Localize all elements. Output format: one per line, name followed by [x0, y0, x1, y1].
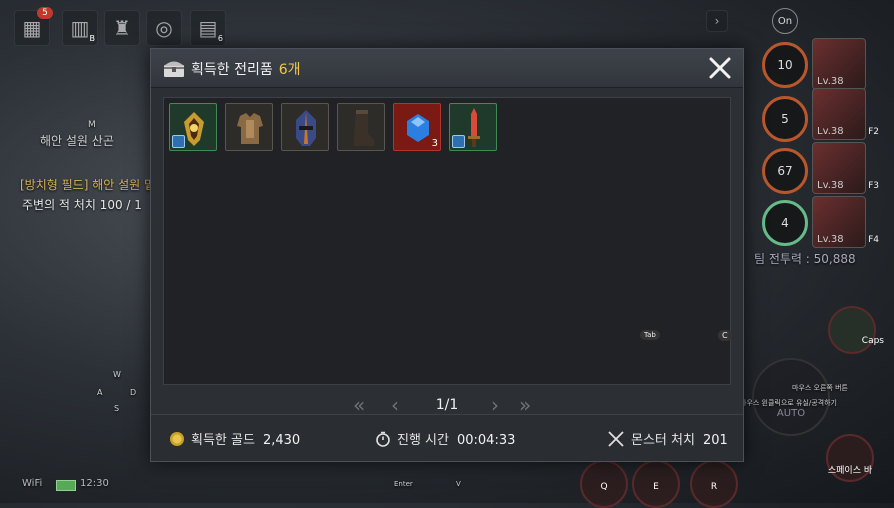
mouse-hint-1: 마우스 오른쪽 버튼 — [792, 384, 848, 392]
key-b-hint: B — [89, 34, 96, 43]
e-key: E — [653, 482, 659, 492]
battery-icon — [56, 480, 76, 491]
gold-coin-icon — [170, 432, 184, 446]
q-key: Q — [600, 482, 608, 492]
item-count: 6개 — [278, 62, 301, 78]
skill-e[interactable]: E — [632, 460, 680, 508]
tab-hint: Tab — [640, 330, 660, 340]
dialog-title: 획득한 전리품 6개 — [191, 59, 301, 79]
grade-mark — [172, 135, 185, 148]
title-text: 획득한 전리품 — [191, 62, 273, 78]
close-button[interactable] — [707, 55, 733, 81]
settings-icon[interactable]: ◎ — [146, 10, 182, 46]
skill-space[interactable]: 스페이스 바 — [826, 434, 874, 482]
kill-summary: 몬스터 처치 201 — [607, 429, 728, 448]
c-hint: C — [718, 330, 732, 341]
party-key: F3 — [868, 181, 879, 191]
cooldown-4: 4 — [762, 200, 808, 246]
loot-slot[interactable] — [225, 103, 273, 151]
loot-slot[interactable] — [337, 103, 385, 151]
time-summary: 진행 시간 00:04:33 — [375, 429, 515, 448]
dpad-a: A — [97, 388, 103, 397]
quest-title[interactable]: [방치형 필드] 해안 설원 밑 — [20, 176, 155, 193]
party-level: Lv.38 — [817, 76, 844, 87]
shop-icon[interactable]: ♜ — [104, 10, 140, 46]
leather-armor-icon — [237, 113, 263, 144]
caps-key: Caps — [861, 336, 884, 346]
inventory-icon[interactable]: ▥ B — [62, 10, 98, 46]
treasure-chest-icon — [164, 61, 184, 77]
menu-grid-icon[interactable]: ▦ 5 — [14, 7, 53, 46]
cooldown-2: 5 — [762, 96, 808, 142]
quest-progress: 주변의 적 처치 100 / 1 — [22, 198, 142, 212]
mouse-hint-2: 마우스 왼클릭으로 유실/공격하기 — [740, 399, 837, 407]
party-level: Lv.38 — [817, 234, 844, 245]
team-power: 팀 전투력 : 50,888 — [754, 252, 856, 266]
party-level: Lv.38 — [817, 126, 844, 137]
dpad[interactable]: W A S D — [92, 370, 140, 418]
crossed-swords-icon — [608, 431, 624, 447]
gold-summary: 획득한 골드 2,430 — [169, 429, 300, 448]
location-label: 해안 설원 산곤 — [40, 134, 114, 148]
attack-button[interactable]: AUTO — [752, 358, 830, 436]
gold-label: 획득한 골드 — [191, 433, 255, 448]
loot-dialog: 획득한 전리품 6개 3 « ‹ 1/1 › » 획득한 골드 2,430 진행… — [150, 48, 744, 462]
helmet-icon — [296, 110, 316, 146]
auto-label: AUTO — [776, 408, 806, 419]
skill-r[interactable]: R — [690, 460, 738, 508]
wifi-status: WiFi — [22, 478, 43, 489]
expand-arrow-icon[interactable]: › — [706, 10, 728, 32]
enter-hint: Enter — [394, 480, 413, 488]
stopwatch-icon — [376, 431, 390, 447]
dpad-w: W — [113, 370, 121, 379]
party-key: F4 — [868, 235, 879, 245]
party-member-3[interactable]: Lv.38 F3 — [812, 142, 879, 194]
r-key: R — [710, 482, 718, 492]
cooldown-3: 67 — [762, 148, 808, 194]
menu-badge: 5 — [37, 7, 53, 19]
cooldown-1: 10 — [762, 42, 808, 88]
kill-value: 201 — [702, 433, 728, 448]
party-level: Lv.38 — [817, 180, 844, 191]
space-key: 스페이스 바 — [827, 466, 873, 476]
dpad-s: S — [114, 404, 120, 413]
gold-value: 2,430 — [262, 433, 301, 448]
boots-icon — [354, 110, 374, 146]
loot-slot[interactable]: 3 — [393, 103, 441, 151]
loot-grid: 3 — [163, 97, 731, 385]
auto-toggle[interactable]: On — [772, 8, 798, 34]
dpad-d: D — [130, 388, 137, 397]
grade-mark — [452, 135, 465, 148]
item-quantity: 3 — [431, 138, 438, 149]
loot-slot[interactable] — [449, 103, 497, 151]
party-member-2[interactable]: Lv.38 F2 — [812, 88, 879, 140]
v-hint: V — [456, 480, 461, 488]
time-value: 00:04:33 — [456, 433, 516, 448]
party-member-1[interactable]: Lv.38 — [812, 38, 866, 90]
party-member-4[interactable]: Lv.38 F4 — [812, 196, 879, 248]
kill-label: 몬스터 처치 — [631, 433, 695, 448]
loot-summary: 획득한 골드 2,430 진행 시간 00:04:33 몬스터 처치 201 — [151, 414, 743, 461]
loot-slot[interactable] — [169, 103, 217, 151]
time-label: 진행 시간 — [397, 433, 449, 448]
key-6-hint: 6 — [217, 34, 223, 43]
chest-icon[interactable]: ▤ 6 — [190, 10, 226, 46]
dialog-header: 획득한 전리품 6개 — [151, 49, 743, 88]
party-key: F2 — [868, 127, 879, 137]
clock-time: 12:30 — [80, 478, 109, 489]
skill-caps[interactable]: Caps — [828, 306, 884, 354]
loot-slot[interactable] — [281, 103, 329, 151]
key-m-hint: M — [88, 120, 96, 130]
skill-q[interactable]: Q — [580, 460, 628, 508]
